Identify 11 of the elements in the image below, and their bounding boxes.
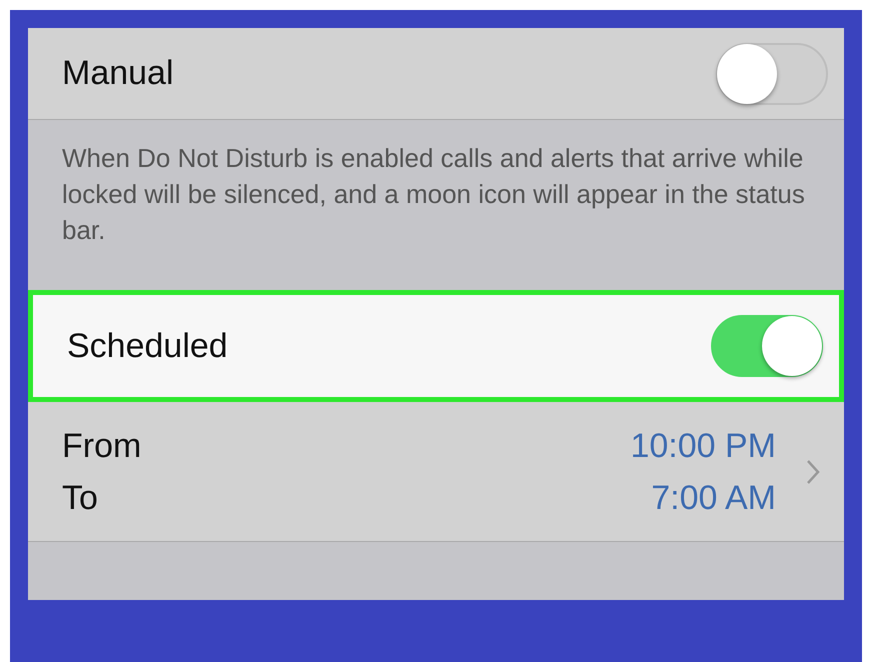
chevron-icon	[806, 458, 820, 484]
time-value: 10:00 PM	[630, 426, 776, 466]
row-label: From	[62, 426, 142, 466]
description-text: When Do Not Disturb is enabled calls and alerts that arrive while locked will be silenced, and a moon icon will appear in the status bar.	[61, 142, 806, 247]
toggle-switch[interactable]	[716, 42, 828, 104]
toggle-switch[interactable]	[711, 315, 823, 377]
row-label: Manual	[62, 53, 174, 94]
time-value: 7:00 AM	[651, 478, 776, 518]
row-label: Scheduled	[67, 326, 228, 366]
schedule-row[interactable]: From To 10:00 PM 7:00 AM	[28, 402, 844, 542]
row-label: To	[62, 478, 99, 518]
